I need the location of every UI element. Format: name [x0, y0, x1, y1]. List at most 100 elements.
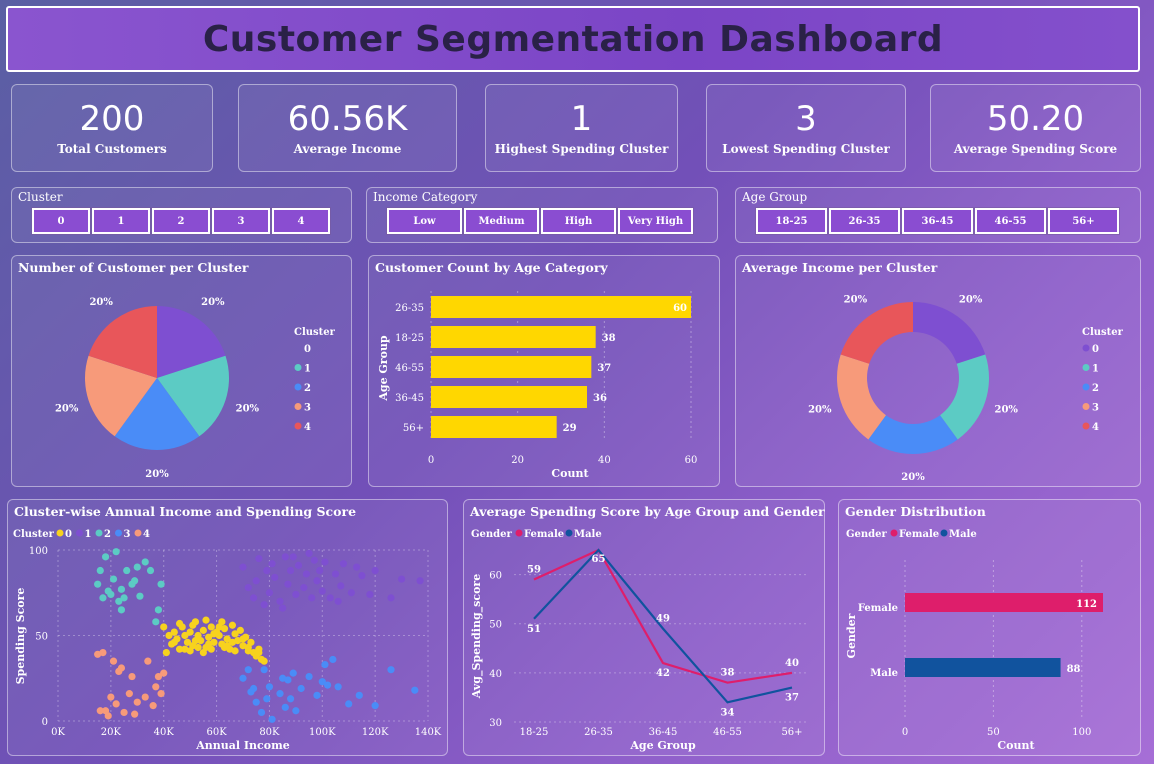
scatter-point-cluster-1[interactable] — [366, 590, 374, 599]
scatter-point-cluster-1[interactable] — [321, 558, 329, 566]
scatter-point-cluster-4[interactable] — [109, 657, 118, 665]
scatter-point-cluster-2[interactable] — [117, 585, 126, 593]
scatter-point-cluster-0[interactable] — [199, 626, 207, 634]
scatter-point-cluster-0[interactable] — [228, 621, 237, 629]
scatter-point-cluster-0[interactable] — [189, 621, 197, 629]
scatter-point-cluster-3[interactable] — [239, 674, 247, 682]
scatter-point-cluster-1[interactable] — [326, 594, 334, 602]
scatter-point-cluster-4[interactable] — [160, 669, 168, 677]
scatter-point-cluster-3[interactable] — [345, 700, 353, 708]
slicer-option-26-35[interactable]: 26-35 — [828, 207, 901, 235]
scatter-point-cluster-1[interactable] — [265, 589, 274, 597]
legend-label-cluster-0[interactable]: 0 — [304, 344, 311, 355]
scatter-point-cluster-2[interactable] — [120, 594, 128, 602]
scatter-point-cluster-1[interactable] — [387, 594, 395, 602]
scatter-point-cluster-2[interactable] — [157, 580, 165, 588]
scatter-point-cluster-3[interactable] — [265, 683, 274, 691]
scatter-point-cluster-3[interactable] — [329, 655, 337, 664]
scatter-point-cluster-1[interactable] — [249, 594, 258, 602]
scatter-point-cluster-0[interactable] — [170, 638, 178, 646]
bar-female[interactable] — [905, 593, 1103, 612]
scatter-point-cluster-3[interactable] — [411, 686, 419, 694]
scatter-point-cluster-3[interactable] — [252, 698, 260, 706]
scatter-point-cluster-1[interactable] — [316, 566, 324, 575]
slicer-option-36-45[interactable]: 36-45 — [901, 207, 974, 235]
scatter-point-cluster-2[interactable] — [109, 575, 118, 583]
scatter-point-cluster-2[interactable] — [141, 558, 149, 566]
legend-label-cluster-4[interactable]: 4 — [1092, 422, 1099, 433]
scatter-point-cluster-1[interactable] — [263, 566, 271, 575]
scatter-point-cluster-3[interactable] — [284, 676, 292, 684]
legend-label-cluster-3[interactable]: 3 — [1092, 403, 1099, 414]
scatter-point-cluster-1[interactable] — [260, 601, 268, 609]
scatter-point-cluster-4[interactable] — [104, 712, 112, 720]
slicer-option-cluster-2[interactable]: 2 — [151, 207, 211, 235]
scatter-point-cluster-1[interactable] — [331, 570, 340, 578]
scatter-point-cluster-1[interactable] — [279, 604, 287, 612]
scatter-point-cluster-1[interactable] — [416, 577, 424, 585]
slicer-option-46-55[interactable]: 46-55 — [974, 207, 1047, 235]
scatter-point-cluster-1[interactable] — [308, 594, 316, 602]
legend-label-cluster-1[interactable]: 1 — [304, 364, 311, 375]
legend-label-cluster-2[interactable]: 2 — [1092, 383, 1099, 394]
scatter-point-cluster-3[interactable] — [318, 678, 326, 686]
scatter-point-cluster-3[interactable] — [263, 695, 271, 703]
bar-56+[interactable] — [431, 416, 557, 438]
scatter-point-cluster-1[interactable] — [397, 575, 406, 583]
scatter-point-cluster-0[interactable] — [162, 649, 170, 657]
scatter-point-cluster-2[interactable] — [112, 548, 120, 556]
pie-slice-cluster-4[interactable] — [840, 302, 913, 364]
scatter-point-cluster-1[interactable] — [271, 573, 279, 581]
scatter-point-cluster-0[interactable] — [160, 623, 168, 631]
scatter-point-cluster-2[interactable] — [101, 553, 110, 561]
legend-label-female[interactable]: Female — [524, 529, 564, 540]
scatter-point-cluster-4[interactable] — [128, 672, 136, 681]
legend-label-cluster-0[interactable]: 0 — [1092, 344, 1099, 355]
bar-26-35[interactable] — [431, 296, 691, 318]
scatter-point-cluster-3[interactable] — [297, 684, 305, 693]
scatter-point-cluster-3[interactable] — [387, 666, 395, 674]
scatter-point-cluster-3[interactable] — [244, 666, 252, 674]
scatter-point-cluster-0[interactable] — [236, 626, 244, 634]
scatter-point-cluster-0[interactable] — [255, 649, 263, 657]
scatter-point-cluster-3[interactable] — [313, 691, 321, 699]
scatter-point-cluster-1[interactable] — [281, 553, 289, 561]
legend-label-cluster-3[interactable]: 3 — [304, 403, 311, 414]
scatter-point-cluster-0[interactable] — [191, 637, 200, 645]
scatter-point-cluster-0[interactable] — [170, 628, 178, 636]
scatter-point-cluster-1[interactable] — [289, 553, 297, 561]
scatter-point-cluster-0[interactable] — [205, 640, 213, 648]
scatter-point-cluster-1[interactable] — [286, 566, 295, 575]
scatter-point-cluster-1[interactable] — [252, 577, 260, 585]
scatter-point-cluster-3[interactable] — [334, 683, 342, 691]
legend-label-male[interactable]: Male — [574, 529, 602, 540]
scatter-point-cluster-0[interactable] — [244, 643, 252, 652]
scatter-point-cluster-4[interactable] — [125, 690, 133, 698]
scatter-point-cluster-4[interactable] — [117, 664, 126, 672]
scatter-point-cluster-1[interactable] — [255, 554, 263, 563]
bar-18-25[interactable] — [431, 326, 596, 348]
scatter-point-cluster-1[interactable] — [337, 582, 345, 590]
scatter-point-cluster-3[interactable] — [268, 715, 276, 723]
scatter-point-cluster-1[interactable] — [347, 589, 355, 597]
scatter-point-cluster-2[interactable] — [131, 577, 139, 585]
scatter-point-cluster-1[interactable] — [284, 580, 292, 588]
scatter-point-cluster-0[interactable] — [210, 630, 218, 638]
scatter-point-cluster-3[interactable] — [276, 690, 284, 698]
scatter-point-cluster-4[interactable] — [99, 649, 107, 657]
scatter-point-cluster-4[interactable] — [133, 698, 141, 706]
slicer-option-very-high[interactable]: Very High — [617, 207, 694, 235]
scatter-point-cluster-1[interactable] — [334, 597, 342, 605]
slicer-option-56-plus[interactable]: 56+ — [1047, 207, 1120, 235]
bar-46-55[interactable] — [431, 356, 592, 378]
scatter-point-cluster-1[interactable] — [371, 566, 379, 575]
scatter-point-cluster-4[interactable] — [157, 690, 165, 698]
slicer-option-high[interactable]: High — [540, 207, 617, 235]
scatter-point-cluster-2[interactable] — [152, 618, 160, 626]
scatter-point-cluster-1[interactable] — [310, 556, 318, 564]
scatter-point-cluster-3[interactable] — [249, 684, 258, 693]
scatter-point-cluster-1[interactable] — [318, 587, 326, 595]
legend-label-cluster-1[interactable]: 1 — [1092, 364, 1099, 375]
scatter-point-cluster-1[interactable] — [268, 560, 276, 568]
scatter-point-cluster-0[interactable] — [194, 643, 202, 652]
